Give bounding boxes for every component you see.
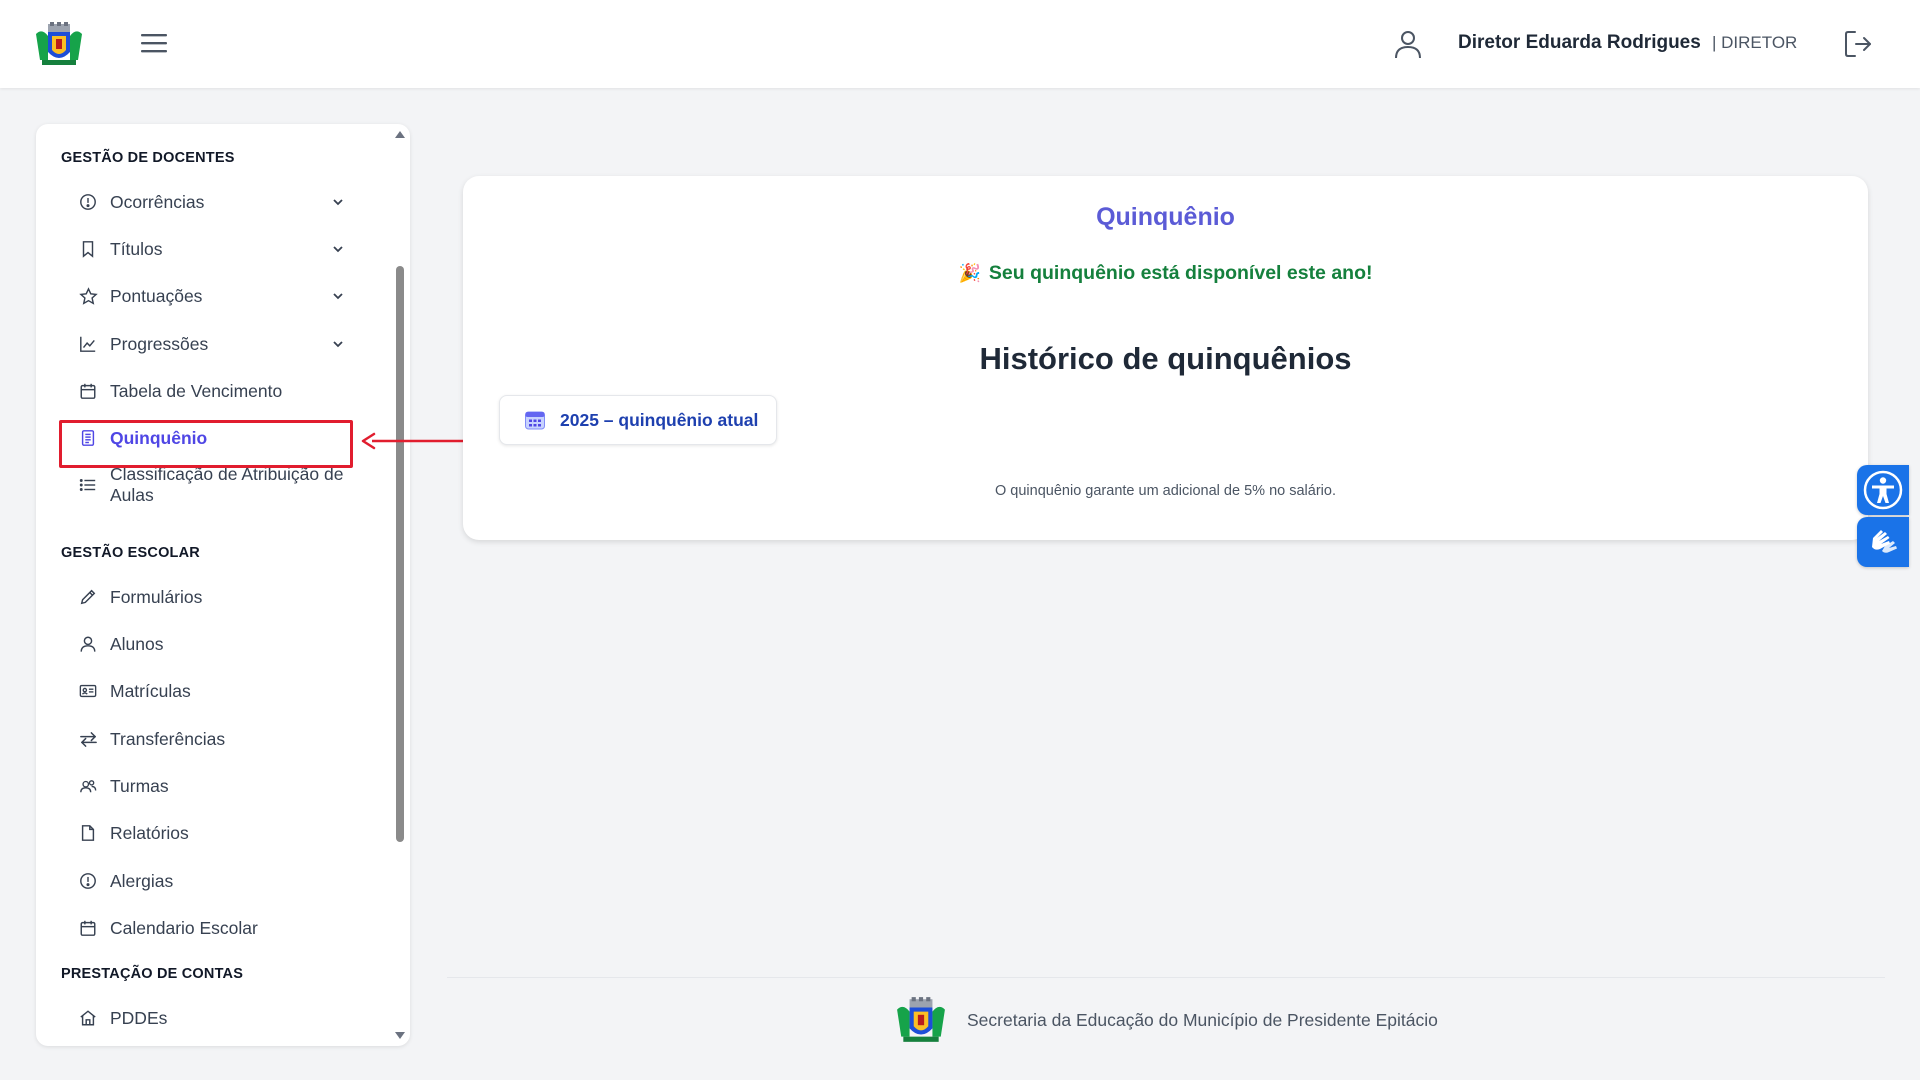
sidebar-item-label: Alergias (110, 870, 174, 891)
sidebar-item-label: Ocorrências (110, 191, 205, 212)
section-title-gestao-escolar: GESTÃO ESCOLAR (61, 545, 200, 561)
alert-circle-icon (78, 871, 98, 891)
user-name: Diretor Eduarda Rodrigues (1458, 32, 1701, 53)
accessibility-button[interactable] (1857, 465, 1909, 515)
annotation-arrow-icon (361, 432, 463, 450)
municipal-coat-of-arms-logo[interactable] (34, 22, 84, 66)
top-header: Diretor Eduarda Rodrigues | DIRETOR (0, 0, 1920, 88)
availability-message-text: Seu quinquênio está disponível este ano! (988, 262, 1373, 284)
sidebar-item-label: Transferências (110, 728, 226, 749)
availability-message: 🎉 Seu quinquênio está disponível este an… (463, 262, 1868, 285)
chevron-down-icon[interactable] (330, 288, 346, 304)
user-profile-icon[interactable] (1392, 28, 1424, 60)
bookmark-icon (78, 239, 98, 259)
sidebar-item-label: Títulos (110, 238, 163, 259)
sidebar-item-alunos[interactable]: Alunos (78, 626, 368, 662)
users-icon (78, 776, 98, 796)
quinquenio-card: Quinquênio 🎉 Seu quinquênio está disponí… (463, 176, 1868, 540)
sidebar-item-label: Alunos (110, 633, 164, 654)
arrows-swap-icon (78, 729, 98, 749)
home-icon (78, 1008, 98, 1028)
info-note: O quinquênio garante um adicional de 5% … (995, 483, 1336, 499)
sidebar-item-ocorrencias[interactable]: Ocorrências (78, 184, 368, 220)
quinquenio-history-chip[interactable]: 2025 – quinquênio atual (499, 395, 777, 445)
sidebar-item-label: Progressões (110, 333, 209, 354)
footer-divider (447, 977, 1885, 978)
list-icon (78, 475, 98, 495)
user-role: | DIRETOR (1712, 33, 1798, 52)
page-title: Quinquênio (1096, 203, 1235, 231)
hamburger-icon (141, 34, 167, 53)
sidebar-item-label: Turmas (110, 775, 169, 796)
sidebar-scrollbar-thumb[interactable] (396, 266, 404, 842)
section-title-gestao-docentes: GESTÃO DE DOCENTES (61, 150, 235, 166)
star-icon (78, 286, 98, 306)
sidebar-item-pddes[interactable]: PDDEs (78, 1000, 368, 1036)
chevron-down-icon[interactable] (330, 241, 346, 257)
footer-text: Secretaria da Educação do Município de P… (967, 1010, 1438, 1030)
sidebar-item-transferencias[interactable]: Transferências (78, 721, 368, 757)
pencil-icon (78, 587, 98, 607)
sidebar-item-pontuacoes[interactable]: Pontuações (78, 278, 368, 314)
scroll-up-arrow[interactable] (394, 128, 406, 140)
sidebar: GESTÃO DE DOCENTES Ocorrências Títulos P… (36, 124, 410, 1046)
sidebar-item-classificacao-atribuicao[interactable]: Classificação de Atribuição de Aulas (78, 461, 368, 509)
sidebar-item-label: Calendario Escolar (110, 917, 258, 938)
user-icon (78, 634, 98, 654)
sign-language-button[interactable] (1857, 517, 1909, 567)
logout-icon[interactable] (1842, 28, 1874, 60)
sidebar-item-label: Tabela de Vencimento (110, 380, 283, 401)
sidebar-item-calendario-escolar[interactable]: Calendario Escolar (78, 910, 368, 946)
hamburger-menu-button[interactable] (138, 29, 170, 57)
accessibility-person-icon (1863, 470, 1903, 510)
chip-label: 2025 – quinquênio atual (560, 409, 759, 430)
sidebar-item-label: Relatórios (110, 822, 189, 843)
calendar-icon (525, 411, 545, 430)
sidebar-item-matriculas[interactable]: Matrículas (78, 673, 368, 709)
calendar-icon (78, 918, 98, 938)
id-card-icon (78, 681, 98, 701)
sidebar-item-label: PDDEs (110, 1007, 168, 1028)
history-heading: Histórico de quinquênios (979, 341, 1352, 376)
sidebar-item-label: Pontuações (110, 285, 203, 306)
sidebar-item-formularios[interactable]: Formulários (78, 579, 368, 615)
sidebar-item-label: Classificação de Atribuição de Aulas (110, 464, 344, 505)
chevron-down-icon[interactable] (330, 194, 346, 210)
sidebar-item-titulos[interactable]: Títulos (78, 231, 368, 267)
sidebar-item-label: Formulários (110, 586, 203, 607)
chevron-down-icon[interactable] (330, 336, 346, 352)
calendar-icon (78, 381, 98, 401)
chart-line-icon (78, 334, 98, 354)
alert-circle-icon (78, 192, 98, 212)
file-icon (78, 823, 98, 843)
scroll-down-arrow[interactable] (394, 1030, 406, 1042)
sidebar-item-turmas[interactable]: Turmas (78, 768, 368, 804)
sidebar-item-relatorios[interactable]: Relatórios (78, 815, 368, 851)
sidebar-item-tabela-vencimento[interactable]: Tabela de Vencimento (78, 373, 368, 409)
sidebar-item-alergias[interactable]: Alergias (78, 863, 368, 899)
annotation-highlight-box (59, 420, 353, 468)
party-popper-icon: 🎉 (958, 263, 981, 283)
sidebar-item-label: Matrículas (110, 680, 191, 701)
footer-coat-of-arms-logo (897, 997, 945, 1042)
sign-language-hands-icon (1872, 530, 1897, 553)
sidebar-item-progressoes[interactable]: Progressões (78, 326, 368, 362)
section-title-prestacao-contas: PRESTAÇÃO DE CONTAS (61, 966, 244, 982)
